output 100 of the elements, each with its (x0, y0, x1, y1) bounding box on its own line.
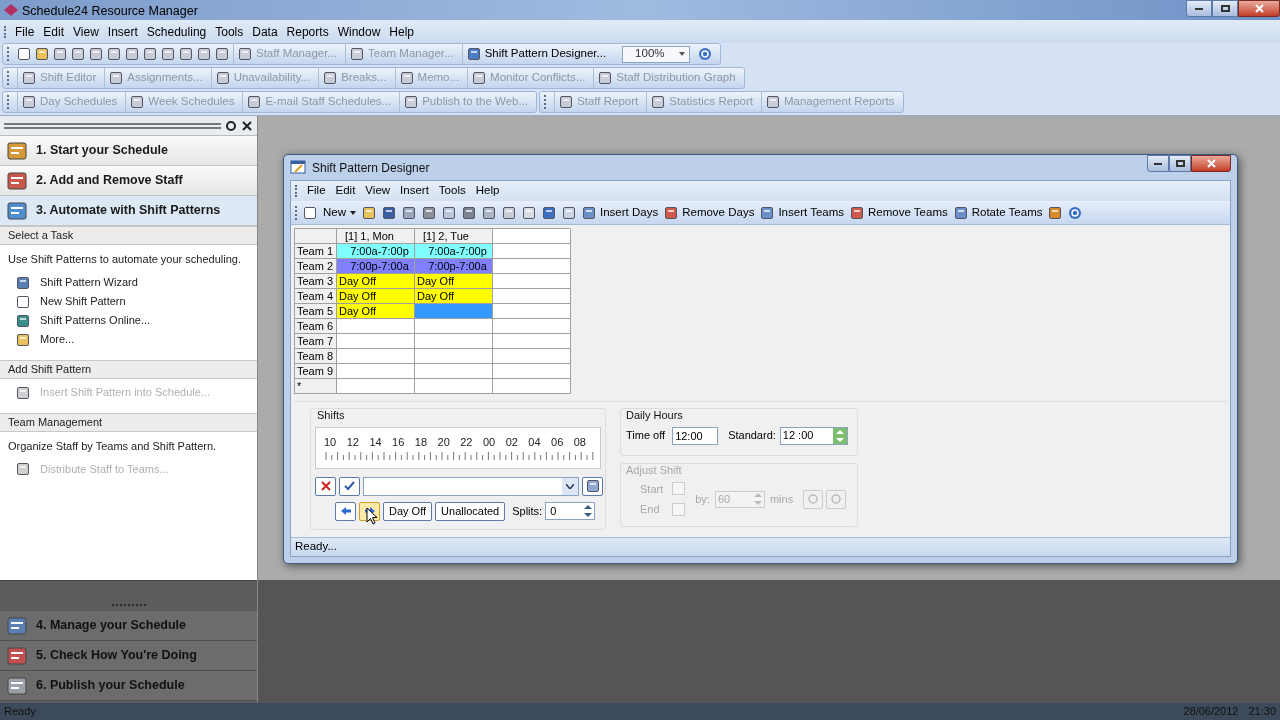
row-header[interactable]: Team 9 (295, 364, 337, 379)
grid-cell[interactable] (493, 259, 571, 274)
grid-cell[interactable]: Day Off (415, 274, 493, 289)
menu-item[interactable]: Help (475, 182, 500, 200)
task-step[interactable]: 3. Automate with Shift Patterns (0, 196, 257, 226)
previous-button[interactable] (335, 501, 356, 521)
grid-cell[interactable] (337, 334, 415, 349)
grid-cell[interactable] (493, 319, 571, 334)
task-link[interactable]: More... (8, 331, 249, 348)
task-step[interactable]: 4. Manage your Schedule (0, 611, 257, 641)
grid-cell[interactable] (415, 364, 493, 379)
task-step[interactable]: 1. Start your Schedule (0, 136, 257, 166)
grid-cell[interactable] (415, 379, 493, 394)
grid-cell[interactable] (337, 379, 415, 394)
toolbar-button[interactable]: New (323, 203, 356, 222)
menu-item[interactable]: Tools (215, 22, 244, 41)
splits-field[interactable]: 0 (545, 502, 596, 520)
menu-item[interactable]: Insert (400, 182, 429, 200)
grid-cell[interactable] (415, 304, 493, 319)
task-link[interactable]: New Shift Pattern (8, 293, 249, 310)
menu-item[interactable]: Edit (335, 182, 356, 200)
menu-item[interactable]: Window (337, 22, 381, 41)
splitter-grip-icon[interactable] (111, 604, 146, 607)
row-header[interactable]: Team 5 (295, 304, 337, 319)
maximize-button[interactable] (1169, 155, 1191, 172)
close-button[interactable] (1191, 155, 1231, 172)
grid-cell[interactable] (337, 319, 415, 334)
window-title: Schedule24 Resource Manager (22, 3, 199, 20)
grid-cell[interactable] (493, 349, 571, 364)
edit-button[interactable] (582, 476, 603, 496)
grid-cell[interactable] (415, 349, 493, 364)
close-icon[interactable] (241, 119, 253, 132)
task-link[interactable]: Shift Pattern Wizard (8, 274, 249, 291)
grid-cell[interactable] (337, 364, 415, 379)
cancel-button[interactable] (315, 476, 336, 496)
task-step[interactable]: 2. Add and Remove Staff (0, 166, 257, 196)
shift-button[interactable]: Unallocated (435, 501, 506, 521)
grid-cell[interactable]: Day Off (337, 274, 415, 289)
grid-cell[interactable]: 7:00p-7:00a (415, 259, 493, 274)
grid-cell[interactable]: Day Off (337, 304, 415, 319)
grid-cell[interactable]: Day Off (337, 289, 415, 304)
toolbar-button[interactable]: Insert Teams (760, 203, 845, 222)
shift-button[interactable]: Day Off (383, 501, 433, 521)
row-header[interactable]: Team 8 (295, 349, 337, 364)
help-icon[interactable] (698, 47, 713, 61)
minimize-button[interactable] (1186, 0, 1212, 17)
grid-cell[interactable] (415, 334, 493, 349)
grid-cell[interactable] (493, 334, 571, 349)
column-header[interactable]: [1] 1, Mon (337, 229, 415, 244)
row-header[interactable]: Team 4 (295, 289, 337, 304)
time-off-field[interactable]: 12:00 (672, 426, 719, 445)
row-header[interactable]: Team 7 (295, 334, 337, 349)
accept-button[interactable] (339, 476, 360, 496)
row-header[interactable]: Team 1 (295, 244, 337, 259)
toolbar-button[interactable]: Remove Days (664, 203, 755, 222)
toolbar-button[interactable]: Shift Pattern Designer... (461, 44, 611, 64)
menu-item[interactable]: Data (252, 22, 278, 41)
row-header[interactable]: Team 2 (295, 259, 337, 274)
menu-item[interactable]: Insert (107, 22, 138, 41)
toolbar-button[interactable]: Rotate Teams (953, 203, 1043, 222)
minimize-button[interactable] (1147, 155, 1169, 172)
task-step[interactable]: 6. Publish your Schedule (0, 671, 257, 701)
toolbar-button[interactable]: Remove Teams (850, 203, 948, 222)
toolbar-button[interactable]: Insert Days (582, 203, 659, 222)
row-header[interactable]: Team 6 (295, 319, 337, 334)
grid-cell[interactable] (493, 244, 571, 259)
dialog-title: Shift Pattern Designer (312, 160, 431, 177)
pin-icon[interactable] (225, 119, 237, 132)
menu-item[interactable]: Help (389, 22, 414, 41)
grid-cell[interactable] (493, 364, 571, 379)
close-button[interactable] (1238, 0, 1280, 17)
help-icon[interactable] (1068, 205, 1083, 220)
menu-item[interactable]: File (15, 22, 35, 41)
standard-field[interactable]: 12 :00 (779, 426, 848, 445)
menu-item[interactable]: Tools (438, 182, 466, 200)
grid-cell[interactable]: 7:00p-7:00a (337, 259, 415, 274)
grid-cell[interactable]: 7:00a-7:00p (415, 244, 493, 259)
menu-item[interactable]: View (365, 182, 391, 200)
grid-cell[interactable]: 7:00a-7:00p (337, 244, 415, 259)
maximize-button[interactable] (1212, 0, 1238, 17)
grid-cell[interactable] (493, 379, 571, 394)
task-icon (16, 313, 30, 328)
zoom-dropdown[interactable]: 100% (622, 45, 691, 63)
task-step[interactable]: 5. Check How You're Doing (0, 641, 257, 671)
menu-item[interactable]: Scheduling (146, 22, 207, 41)
grid-cell[interactable] (493, 274, 571, 289)
menu-item[interactable]: File (307, 182, 326, 200)
menu-item[interactable]: Reports (286, 22, 329, 41)
task-link[interactable]: Shift Patterns Online... (8, 312, 249, 329)
grid-cell[interactable] (493, 289, 571, 304)
spinner-icon (832, 427, 847, 444)
grid-cell[interactable] (337, 349, 415, 364)
column-header[interactable]: [1] 2, Tue (415, 229, 493, 244)
grid-cell[interactable] (493, 304, 571, 319)
grid-cell[interactable]: Day Off (415, 289, 493, 304)
row-header[interactable]: Team 3 (295, 274, 337, 289)
menu-item[interactable]: Edit (43, 22, 65, 41)
menu-item[interactable]: View (73, 22, 99, 41)
grid-cell[interactable] (415, 319, 493, 334)
section-description: Use Shift Patterns to automate your scheduling. (8, 252, 242, 267)
